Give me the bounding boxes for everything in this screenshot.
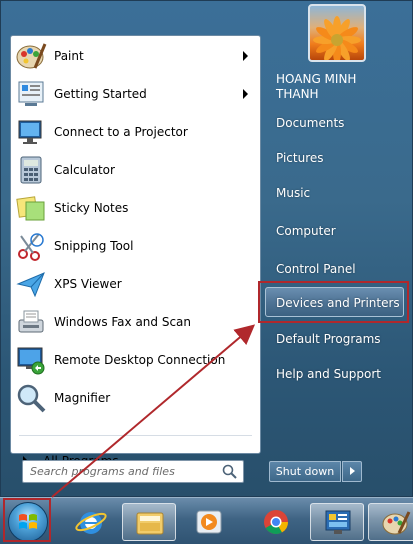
annotation-start-box bbox=[3, 498, 51, 542]
link-label: Documents bbox=[276, 116, 345, 130]
program-label: Windows Fax and Scan bbox=[54, 315, 192, 329]
search-box[interactable] bbox=[22, 460, 244, 483]
link-music[interactable]: Music bbox=[268, 178, 408, 208]
internet-explorer-icon bbox=[75, 512, 107, 534]
remote-desktop-icon bbox=[15, 344, 47, 376]
annotation-highlight-box bbox=[258, 281, 409, 323]
flower-avatar-icon bbox=[313, 16, 361, 60]
program-label: Sticky Notes bbox=[54, 201, 129, 215]
link-documents[interactable]: Documents bbox=[268, 108, 408, 138]
program-fax-scan[interactable]: Windows Fax and Scan bbox=[11, 304, 260, 340]
snipping-tool-icon bbox=[15, 230, 47, 262]
program-label: Magnifier bbox=[54, 391, 111, 405]
link-control-panel[interactable]: Control Panel bbox=[268, 254, 408, 284]
program-paint[interactable]: Paint bbox=[11, 38, 260, 74]
control-panel-icon bbox=[325, 510, 351, 534]
user-avatar[interactable] bbox=[308, 4, 366, 62]
link-label: Default Programs bbox=[276, 332, 381, 346]
program-sticky-notes[interactable]: Sticky Notes bbox=[11, 190, 260, 226]
menu-divider bbox=[19, 435, 252, 436]
program-snipping-tool[interactable]: Snipping Tool bbox=[11, 228, 260, 264]
link-default-programs[interactable]: Default Programs bbox=[268, 324, 408, 354]
chevron-right-icon bbox=[350, 467, 355, 475]
taskbar-paint[interactable] bbox=[368, 503, 413, 541]
user-name-line1: HOANG MINH bbox=[276, 72, 357, 86]
program-label: Connect to a Projector bbox=[54, 125, 188, 139]
taskbar-chrome[interactable] bbox=[249, 503, 303, 541]
program-label: Getting Started bbox=[54, 87, 147, 101]
programs-panel: Paint Getting Started Connect to a Proje… bbox=[10, 35, 261, 468]
submenu-arrow-icon[interactable] bbox=[243, 51, 248, 61]
program-label: Snipping Tool bbox=[54, 239, 134, 253]
program-remote-desktop[interactable]: Remote Desktop Connection bbox=[11, 342, 260, 378]
shutdown-label: Shut down bbox=[275, 465, 335, 478]
submenu-arrow-icon[interactable] bbox=[243, 89, 248, 99]
program-magnifier[interactable]: Magnifier bbox=[11, 380, 260, 416]
program-getting-started[interactable]: Getting Started bbox=[11, 76, 260, 112]
program-calculator[interactable]: Calculator bbox=[11, 152, 260, 188]
program-label: Remote Desktop Connection bbox=[54, 353, 226, 367]
paint-icon bbox=[15, 40, 47, 72]
link-help-support[interactable]: Help and Support bbox=[268, 359, 408, 389]
xps-viewer-icon bbox=[15, 268, 47, 300]
projector-icon bbox=[15, 116, 47, 148]
paint-icon bbox=[382, 511, 411, 535]
getting-started-icon bbox=[15, 78, 47, 110]
user-name[interactable]: HOANG MINH THANH bbox=[276, 72, 406, 102]
program-label: Calculator bbox=[54, 163, 115, 177]
link-computer[interactable]: Computer bbox=[268, 216, 408, 246]
fax-scan-icon bbox=[15, 306, 47, 338]
taskbar-windows-explorer[interactable] bbox=[122, 503, 176, 541]
link-label: Computer bbox=[276, 224, 336, 238]
program-label: XPS Viewer bbox=[54, 277, 122, 291]
calculator-icon bbox=[15, 154, 47, 186]
link-label: Pictures bbox=[276, 151, 324, 165]
sticky-notes-icon bbox=[15, 192, 47, 224]
program-connect-projector[interactable]: Connect to a Projector bbox=[11, 114, 260, 150]
taskbar-control-panel[interactable] bbox=[310, 503, 364, 541]
taskbar bbox=[0, 497, 413, 544]
windows-explorer-icon bbox=[136, 512, 164, 535]
program-label: Paint bbox=[54, 49, 84, 63]
chrome-icon bbox=[264, 510, 288, 535]
search-icon[interactable] bbox=[222, 464, 238, 480]
magnifier-icon bbox=[15, 382, 47, 414]
link-label: Music bbox=[276, 186, 311, 200]
link-label: Help and Support bbox=[276, 367, 381, 381]
taskbar-media-player[interactable] bbox=[182, 503, 236, 541]
shutdown-options-button[interactable] bbox=[342, 461, 362, 482]
program-xps-viewer[interactable]: XPS Viewer bbox=[11, 266, 260, 302]
user-name-line2: THANH bbox=[276, 87, 319, 101]
start-menu: Paint Getting Started Connect to a Proje… bbox=[0, 0, 413, 497]
link-label: Control Panel bbox=[276, 262, 356, 276]
taskbar-internet-explorer[interactable] bbox=[64, 503, 118, 541]
media-player-icon bbox=[196, 510, 222, 534]
link-pictures[interactable]: Pictures bbox=[268, 143, 408, 173]
shutdown-button[interactable]: Shut down bbox=[269, 461, 341, 482]
search-input[interactable] bbox=[28, 461, 222, 482]
